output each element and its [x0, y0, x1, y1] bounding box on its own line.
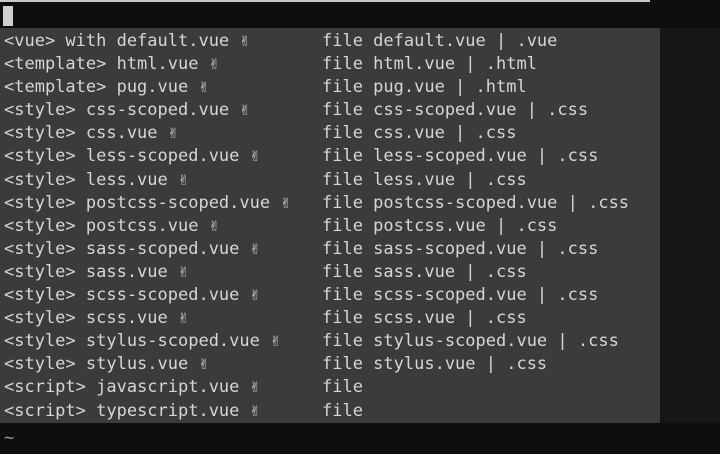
selection-edge: [660, 28, 720, 423]
prompt-tilde: ~: [4, 428, 15, 448]
test-result: file postcss-scoped.vue | .css: [322, 192, 630, 213]
test-name: <vue> with default.vue ✌: [4, 31, 250, 51]
test-name: <style> stylus-scoped.vue ✌: [4, 331, 281, 352]
test-result: file scss.vue | .css: [322, 308, 527, 329]
test-result: file css.vue | .css: [322, 123, 517, 144]
test-result: file less.vue | .css: [322, 169, 527, 190]
test-result: file sass-scoped.vue | .css: [322, 238, 599, 259]
test-name: <template> pug.vue ✌: [4, 77, 209, 98]
test-name: <template> html.vue ✌: [4, 54, 219, 75]
test-result: file: [322, 400, 363, 421]
test-result: file default.vue | .vue: [322, 31, 558, 51]
test-name: <script> javascript.vue ✌: [4, 377, 260, 398]
test-name: <script> typescript.vue ✌: [4, 400, 260, 421]
text-cursor: [3, 6, 13, 26]
test-result: file stylus.vue | .css: [322, 354, 548, 375]
test-name: <style> postcss-scoped.vue ✌: [4, 192, 291, 213]
test-name: <style> scss.vue ✌: [4, 308, 189, 329]
test-name: <style> css-scoped.vue ✌: [4, 100, 250, 121]
test-name: <style> stylus.vue ✌: [4, 354, 209, 375]
test-result: file postcss.vue | .css: [322, 215, 558, 236]
test-name: <style> sass-scoped.vue ✌: [4, 238, 260, 259]
test-result: file scss-scoped.vue | .css: [322, 285, 599, 306]
test-result: file css-scoped.vue | .css: [322, 100, 589, 121]
test-name: <style> scss-scoped.vue ✌: [4, 285, 260, 306]
test-result: file less-scoped.vue | .css: [322, 146, 599, 167]
test-name: <style> css.vue ✌: [4, 123, 178, 144]
test-name: <style> less-scoped.vue ✌: [4, 146, 260, 167]
test-name: <style> postcss.vue ✌: [4, 215, 219, 236]
test-result: file sass.vue | .css: [322, 261, 527, 282]
terminal-window[interactable]: <vue> with default.vue ✌ file default.vue…: [0, 0, 720, 454]
test-result: file pug.vue | .html: [322, 77, 527, 98]
test-result: file stylus-scoped.vue | .css: [322, 331, 619, 352]
test-name: <style> sass.vue ✌: [4, 261, 189, 282]
test-name: <style> less.vue ✌: [4, 169, 189, 190]
top-border: [0, 0, 650, 2]
test-result: file html.vue | .html: [322, 54, 537, 75]
test-result: file: [322, 377, 363, 398]
